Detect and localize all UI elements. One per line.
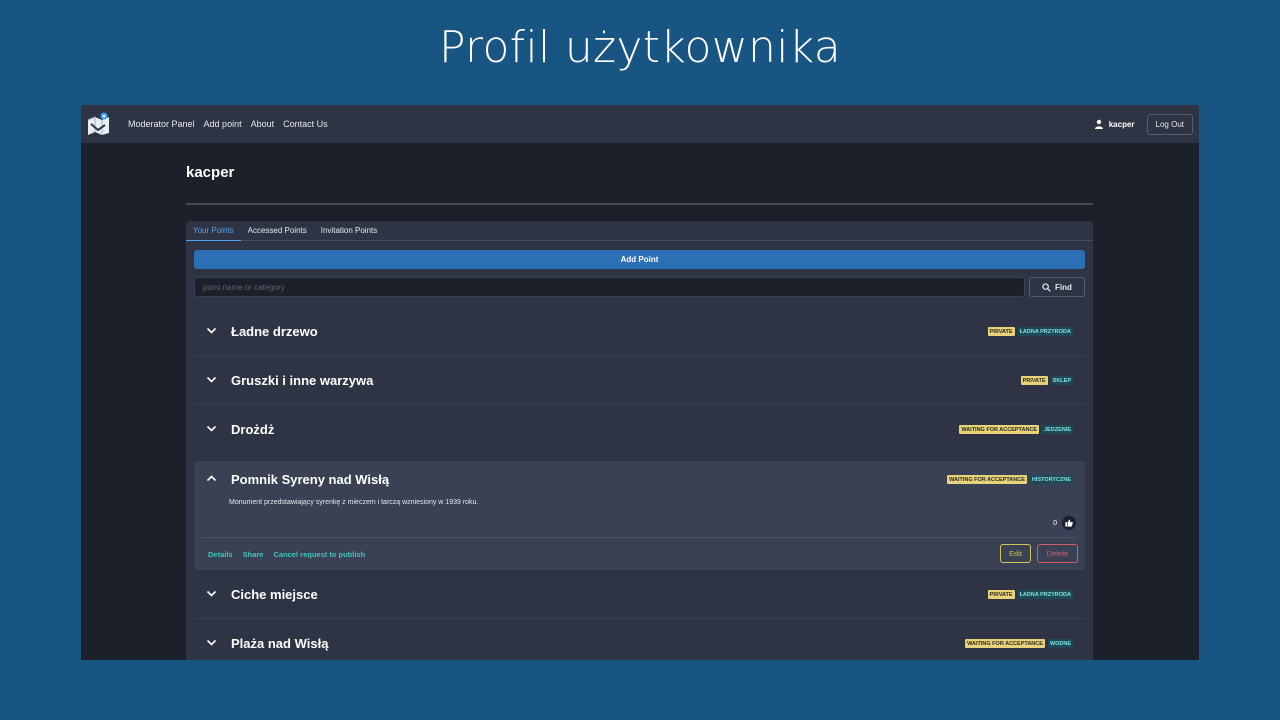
status-badge: WAITING FOR ACCEPTANCE xyxy=(965,639,1045,648)
map-logo-icon[interactable] xyxy=(87,112,111,136)
delete-button[interactable]: Delete xyxy=(1037,544,1078,563)
category-badge: WODNE xyxy=(1047,639,1073,648)
point-badges: WAITING FOR ACCEPTANCE WODNE xyxy=(965,639,1073,648)
chevron-down-icon[interactable] xyxy=(206,374,217,385)
points-list: Ładne drzewo PRIVATE ŁADNA PRZYRODA Grus… xyxy=(194,307,1085,660)
chevron-down-icon[interactable] xyxy=(206,588,217,599)
nav-links: Moderator Panel Add point About Contact … xyxy=(128,119,337,129)
likes: 0 xyxy=(1053,516,1076,530)
profile-name: kacper xyxy=(186,164,235,181)
point-badges: PRIVATE ŁADNA PRZYRODA xyxy=(987,327,1073,336)
point-item[interactable]: Ładne drzewo PRIVATE ŁADNA PRZYRODA xyxy=(194,307,1085,356)
point-item[interactable]: Drożdż WAITING FOR ACCEPTANCE JEDZENIE xyxy=(194,405,1085,454)
point-title: Ładne drzewo xyxy=(231,324,318,339)
category-badge: JEDZENIE xyxy=(1042,425,1073,434)
nav-contact-us[interactable]: Contact Us xyxy=(283,119,328,129)
nav-user-area: kacper Log Out xyxy=(1094,113,1193,135)
user-icon xyxy=(1094,119,1103,129)
navbar: Moderator Panel Add point About Contact … xyxy=(81,105,1199,143)
point-badges: WAITING FOR ACCEPTANCE JEDZENIE xyxy=(959,425,1073,434)
edit-button[interactable]: Edit xyxy=(1000,544,1031,563)
point-description: Monument przedstawiający syrenkę z miecz… xyxy=(229,499,479,506)
chevron-down-icon[interactable] xyxy=(206,325,217,336)
chevron-up-icon[interactable] xyxy=(206,473,217,484)
divider xyxy=(202,537,1077,538)
category-badge: HISTORYCZNE xyxy=(1029,475,1073,484)
tab-accessed-points[interactable]: Accessed Points xyxy=(241,221,314,241)
status-badge: PRIVATE xyxy=(1020,376,1048,385)
point-title: Pomnik Syreny nad Wisłą xyxy=(231,472,390,487)
status-badge: PRIVATE xyxy=(987,590,1015,599)
cancel-publish-link[interactable]: Cancel request to publish xyxy=(273,550,365,559)
tab-your-points[interactable]: Your Points xyxy=(186,221,241,241)
status-badge: WAITING FOR ACCEPTANCE xyxy=(947,475,1027,484)
category-badge: ŁADNA PRZYRODA xyxy=(1017,590,1073,599)
status-badge: PRIVATE xyxy=(987,327,1015,336)
point-actions: Details Share Cancel request to publish xyxy=(208,550,365,559)
category-badge: ŁADNA PRZYRODA xyxy=(1017,327,1073,336)
point-badges: WAITING FOR ACCEPTANCE HISTORYCZNE xyxy=(947,475,1073,484)
profile-content: kacper Your Points Accessed Points Invit… xyxy=(186,143,1093,660)
chevron-down-icon[interactable] xyxy=(206,637,217,648)
slide-title: Profil użytkownika xyxy=(438,22,841,73)
app-screenshot: Moderator Panel Add point About Contact … xyxy=(81,105,1199,660)
details-link[interactable]: Details xyxy=(208,550,233,559)
search-icon xyxy=(1042,282,1051,292)
point-item-expanded: Pomnik Syreny nad Wisłą WAITING FOR ACCE… xyxy=(194,461,1085,570)
divider xyxy=(186,203,1093,205)
like-count: 0 xyxy=(1053,519,1057,527)
nav-moderator-panel[interactable]: Moderator Panel xyxy=(128,119,195,129)
point-title: Ciche miejsce xyxy=(231,587,318,602)
point-title: Plaża nad Wisłą xyxy=(231,636,329,651)
point-item[interactable]: Plaża nad Wisłą WAITING FOR ACCEPTANCE W… xyxy=(194,619,1085,660)
nav-username[interactable]: kacper xyxy=(1109,120,1135,129)
tabs: Your Points Accessed Points Invitation P… xyxy=(186,221,1093,241)
nav-about[interactable]: About xyxy=(251,119,275,129)
point-title: Gruszki i inne warzywa xyxy=(231,373,374,388)
tab-invitation-points[interactable]: Invitation Points xyxy=(314,221,384,241)
search-input[interactable] xyxy=(194,277,1025,297)
point-badges: PRIVATE SKLEP xyxy=(1020,376,1073,385)
point-item[interactable]: Ciche miejsce PRIVATE ŁADNA PRZYRODA xyxy=(194,570,1085,619)
nav-add-point[interactable]: Add point xyxy=(204,119,242,129)
like-button[interactable] xyxy=(1062,516,1076,530)
thumbs-up-icon xyxy=(1065,519,1073,527)
point-buttons: Edit Delete xyxy=(1000,544,1078,563)
points-card: Your Points Accessed Points Invitation P… xyxy=(186,221,1093,660)
category-badge: SKLEP xyxy=(1050,376,1073,385)
logout-button[interactable]: Log Out xyxy=(1146,113,1193,135)
status-badge: WAITING FOR ACCEPTANCE xyxy=(959,425,1040,434)
search-row: Find xyxy=(194,277,1085,297)
add-point-button[interactable]: Add Point xyxy=(194,250,1085,269)
point-title: Drożdż xyxy=(231,422,275,437)
point-badges: PRIVATE ŁADNA PRZYRODA xyxy=(987,590,1073,599)
find-button[interactable]: Find xyxy=(1029,277,1085,297)
chevron-down-icon[interactable] xyxy=(206,423,217,434)
find-label: Find xyxy=(1055,282,1072,292)
share-link[interactable]: Share xyxy=(243,550,264,559)
point-item[interactable]: Gruszki i inne warzywa PRIVATE SKLEP xyxy=(194,356,1085,405)
